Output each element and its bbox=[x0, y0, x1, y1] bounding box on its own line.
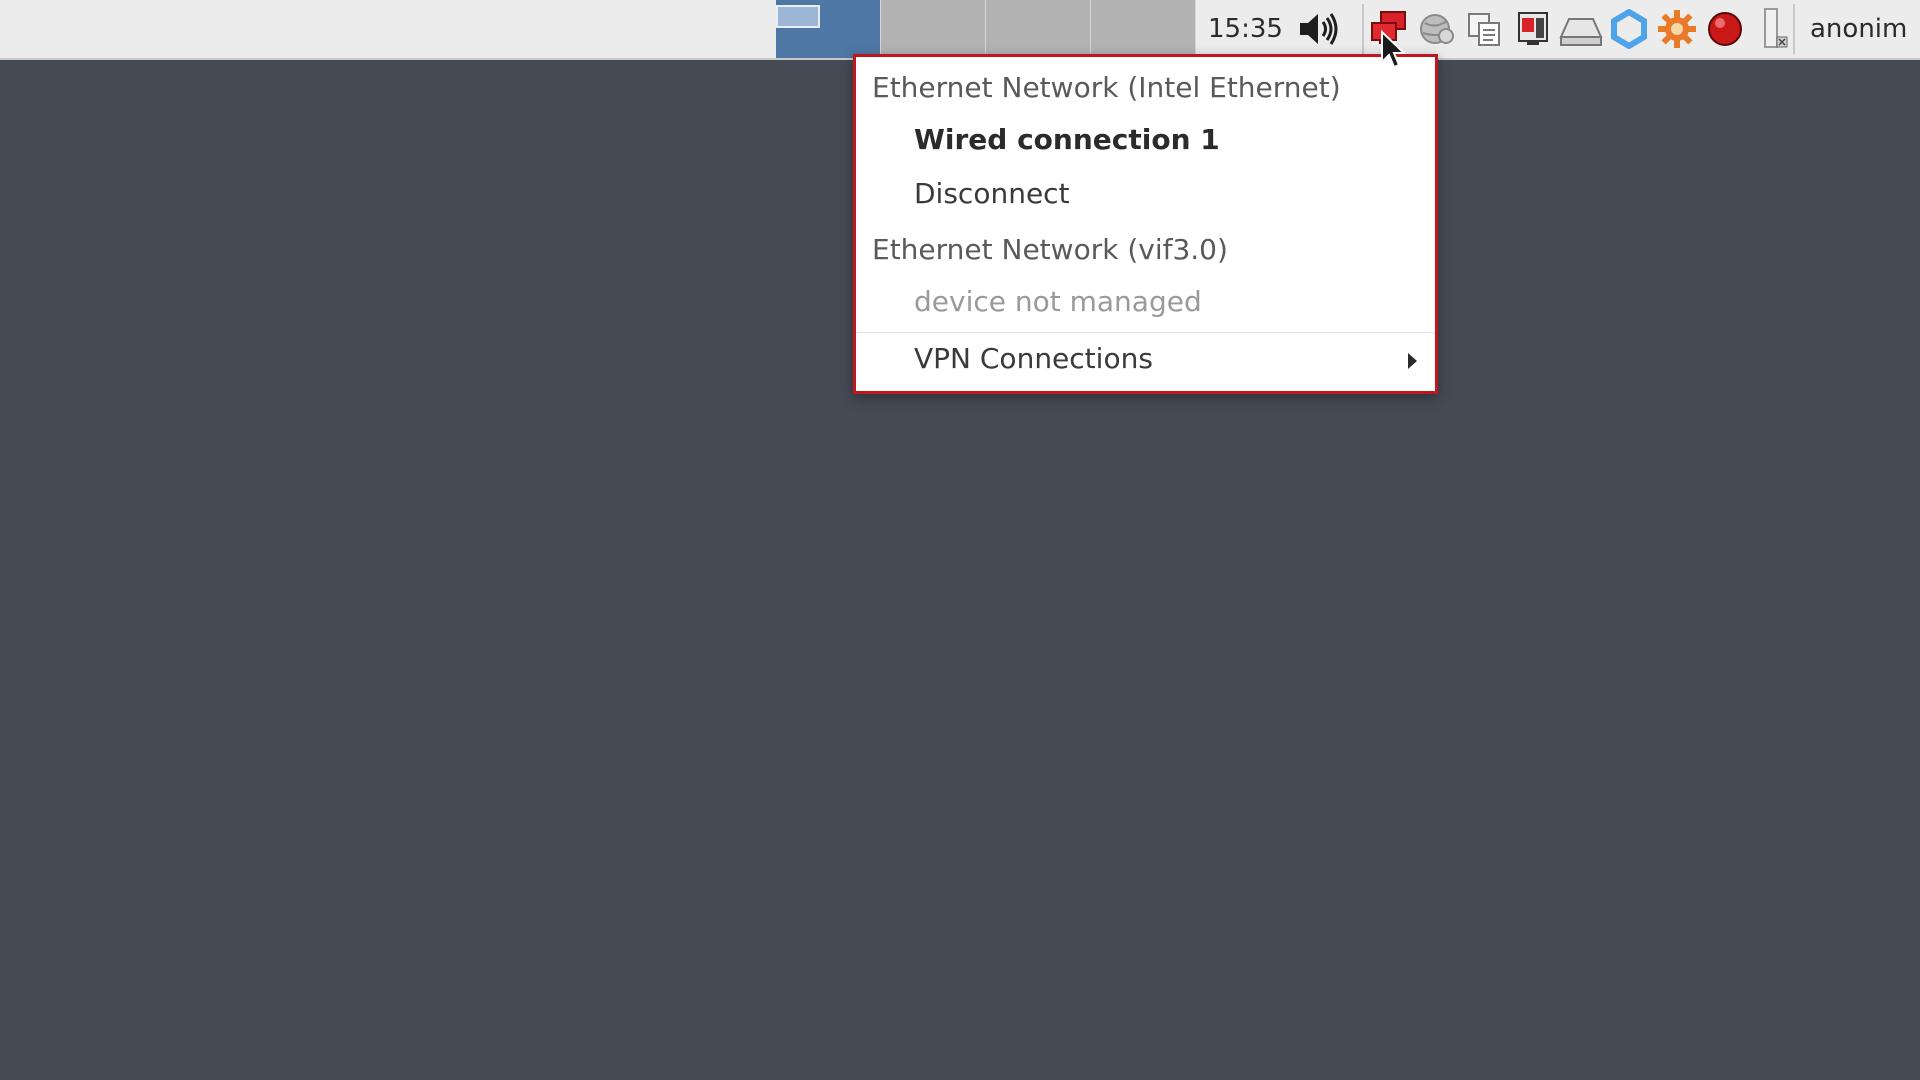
qubes-icon[interactable] bbox=[1606, 6, 1652, 52]
mouse-cursor-icon bbox=[1381, 30, 1407, 69]
menu-separator bbox=[856, 332, 1435, 333]
battery-icon[interactable] bbox=[1750, 6, 1796, 52]
screen-record-icon[interactable] bbox=[1510, 6, 1556, 52]
menu-item-vpn-connections[interactable]: VPN Connections bbox=[914, 342, 1493, 375]
app-tray bbox=[1366, 6, 1798, 52]
network-menu: Ethernet Network (Intel Ethernet) Wired … bbox=[853, 54, 1438, 394]
workspace-1[interactable] bbox=[776, 0, 881, 58]
top-panel: 15:35 anonim bbox=[0, 0, 1920, 60]
user-name[interactable]: anonim bbox=[1810, 0, 1907, 58]
settings-gear-icon[interactable] bbox=[1654, 6, 1700, 52]
tray-separator-right bbox=[1793, 4, 1795, 54]
menu-item-disconnect[interactable]: Disconnect bbox=[914, 177, 1493, 210]
tray-separator bbox=[1362, 4, 1364, 54]
workspace-2[interactable] bbox=[881, 0, 986, 58]
workspace-window-thumbnail bbox=[776, 5, 820, 28]
red-record-icon[interactable] bbox=[1702, 6, 1748, 52]
system-tray bbox=[1295, 6, 1343, 52]
submenu-arrow-icon bbox=[1408, 353, 1417, 369]
menu-item-wired-connection[interactable]: Wired connection 1 bbox=[914, 123, 1493, 156]
clipboard-icon[interactable] bbox=[1462, 6, 1508, 52]
globe-icon[interactable] bbox=[1414, 6, 1460, 52]
workspace-switcher bbox=[776, 0, 1196, 58]
workspace-4[interactable] bbox=[1091, 0, 1196, 58]
workspace-3[interactable] bbox=[986, 0, 1091, 58]
menu-item-device-not-managed: device not managed bbox=[914, 285, 1202, 318]
menu-header-vif: Ethernet Network (vif3.0) bbox=[872, 233, 1228, 266]
menu-header-intel-ethernet: Ethernet Network (Intel Ethernet) bbox=[872, 71, 1341, 104]
volume-icon[interactable] bbox=[1295, 6, 1341, 52]
drive-icon[interactable] bbox=[1558, 6, 1604, 52]
clock[interactable]: 15:35 bbox=[1208, 0, 1283, 58]
